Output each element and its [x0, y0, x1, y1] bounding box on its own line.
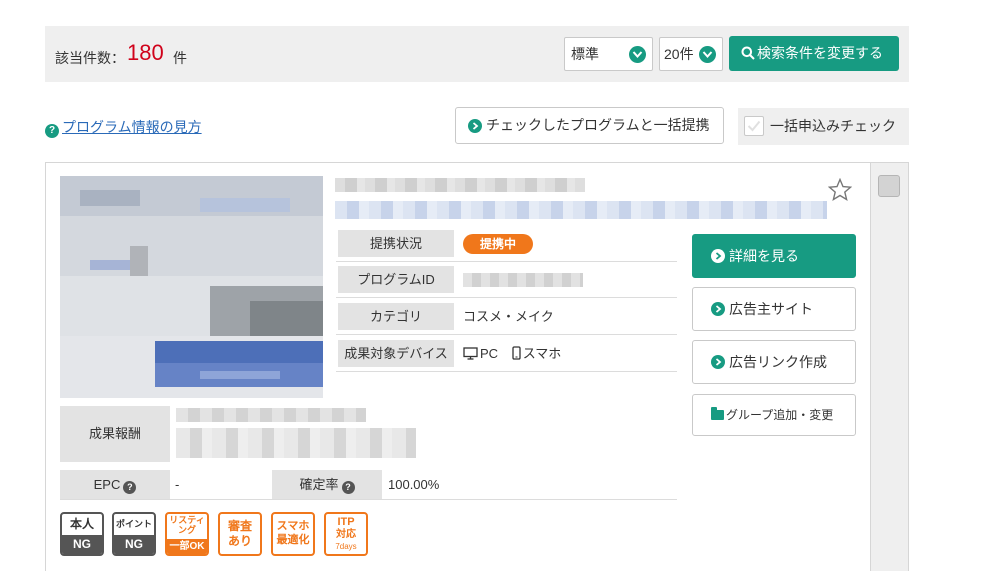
- device-pc: PC: [480, 346, 499, 361]
- confirmation-rate-value: 100.00%: [388, 477, 440, 492]
- device-smartphone: スマホ: [522, 346, 562, 361]
- question-icon[interactable]: ?: [341, 481, 355, 494]
- smartphone-icon: [512, 346, 521, 360]
- checkbox[interactable]: [744, 116, 764, 136]
- smartphone-optimized-badge: スマホ 最適化: [271, 512, 315, 556]
- view-details-label: 詳細を見る: [729, 248, 799, 264]
- self-purchase-badge: 本人 NG: [60, 512, 104, 556]
- card-select-panel: [871, 162, 909, 571]
- result-count-value: 180: [127, 40, 164, 65]
- arrow-right-icon: [711, 355, 725, 369]
- question-icon[interactable]: ?: [123, 481, 137, 494]
- arrow-right-icon: [711, 302, 725, 316]
- bulk-partnership-button[interactable]: チェックしたプログラムと一括提携: [455, 107, 724, 144]
- program-id-value: [463, 273, 583, 287]
- view-details-button[interactable]: 詳細を見る: [692, 234, 856, 278]
- itp-badge: ITP 対応 7days: [324, 512, 368, 556]
- status-label: 提携状況: [338, 230, 454, 257]
- device-label: 成果対象デバイス: [338, 340, 454, 367]
- info-row-category: カテゴリ コスメ・メイク: [336, 299, 677, 335]
- result-count-label: 該当件数：: [55, 50, 125, 66]
- per-page-select[interactable]: 20件: [659, 37, 723, 71]
- help-link-label: プログラム情報の見方: [62, 119, 202, 135]
- listing-badge: リスティ ング 一部OK: [165, 512, 209, 556]
- review-badge: 審査 あり: [218, 512, 262, 556]
- epc-value: -: [175, 477, 180, 492]
- group-add-change-label: グループ追加・変更: [726, 408, 834, 422]
- chevron-down-icon: [699, 46, 716, 63]
- arrow-right-icon: [468, 119, 482, 133]
- arrow-right-icon: [711, 249, 725, 263]
- chevron-down-icon: [629, 46, 646, 63]
- sort-select[interactable]: 標準: [564, 37, 653, 71]
- folder-icon: [711, 407, 724, 420]
- reward-value-line2: [176, 428, 416, 458]
- info-row-program-id: プログラムID: [336, 262, 677, 298]
- status-badge: 提携中: [463, 234, 534, 254]
- point-site-badge: ポイント NG: [112, 512, 156, 556]
- program-title-link[interactable]: [335, 201, 827, 219]
- advertiser-site-button[interactable]: 広告主サイト: [692, 287, 856, 331]
- search-summary-bar: 該当件数： 180 件 標準 20件 検索条件を変更する: [45, 26, 909, 82]
- category-value: コスメ・メイク: [463, 309, 554, 324]
- program-advertiser-name: [335, 178, 585, 192]
- epc-label: EPC?: [60, 470, 170, 499]
- confirmation-rate-label: 確定率?: [272, 470, 382, 499]
- advertiser-site-label: 広告主サイト: [729, 301, 813, 317]
- program-id-label: プログラムID: [338, 266, 454, 293]
- checkmark-icon: [747, 120, 761, 132]
- change-search-button[interactable]: 検索条件を変更する: [729, 36, 899, 71]
- bulk-partnership-label: チェックしたプログラムと一括提携: [486, 117, 710, 133]
- create-ad-link-label: 広告リンク作成: [729, 354, 827, 370]
- sort-select-value: 標準: [571, 46, 599, 62]
- bulk-apply-check[interactable]: 一括申込みチェック: [738, 108, 909, 145]
- change-search-label: 検索条件を変更する: [757, 45, 883, 61]
- create-ad-link-button[interactable]: 広告リンク作成: [692, 340, 856, 384]
- program-thumbnail[interactable]: [60, 176, 323, 398]
- per-page-select-value: 20件: [664, 46, 694, 62]
- search-icon: [741, 46, 755, 60]
- reward-value-line1: [176, 408, 366, 422]
- monitor-icon: [463, 347, 478, 360]
- question-icon: ?: [45, 124, 59, 138]
- category-label: カテゴリ: [338, 303, 454, 330]
- reward-label: 成果報酬: [60, 406, 170, 462]
- bulk-apply-check-label: 一括申込みチェック: [770, 118, 896, 134]
- info-row-device: 成果対象デバイス PC スマホ: [336, 336, 677, 372]
- group-add-change-button[interactable]: グループ追加・変更: [692, 394, 856, 436]
- metrics-row: EPC? - 確定率? 100.00%: [60, 470, 677, 500]
- program-info-help-link[interactable]: ? プログラム情報の見方: [45, 117, 202, 138]
- card-select-checkbox[interactable]: [878, 175, 900, 197]
- star-icon[interactable]: [828, 178, 852, 201]
- result-count-unit: 件: [173, 50, 187, 66]
- info-row-status: 提携状況 提携中: [336, 226, 677, 262]
